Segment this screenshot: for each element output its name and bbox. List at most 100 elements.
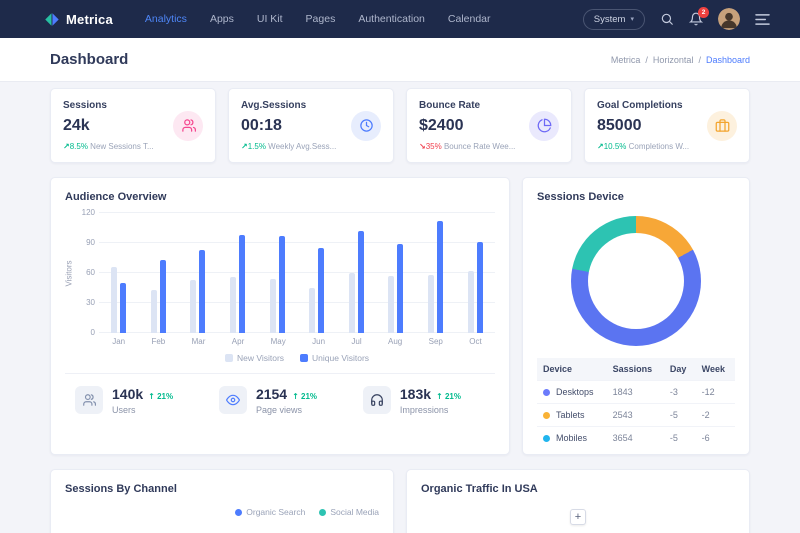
bar <box>239 235 245 333</box>
menu-toggle-icon[interactable] <box>755 13 770 26</box>
device-dot-icon <box>543 412 550 419</box>
stat-delta: 10.5% <box>604 142 627 151</box>
nav-item-pages[interactable]: Pages <box>306 13 336 25</box>
table-row: Tablets 2543 -5 -2 <box>537 404 735 427</box>
bar <box>120 283 126 333</box>
briefcase-icon <box>707 111 737 141</box>
device-dot-icon <box>543 389 550 396</box>
stat-delta: 1.5% <box>248 142 266 151</box>
device-week: -6 <box>696 427 735 450</box>
nav-item-apps[interactable]: Apps <box>210 13 234 25</box>
bar-group <box>468 242 483 333</box>
device-dot-icon <box>543 435 550 442</box>
bar-group <box>151 260 166 333</box>
legend-swatch-icon <box>225 354 233 362</box>
bar-group <box>428 221 443 333</box>
card-title: Organic Traffic In USA <box>421 483 735 495</box>
breadcrumb-item-horizontal[interactable]: Horizontal <box>653 55 694 65</box>
legend-swatch-icon <box>300 354 308 362</box>
chevron-down-icon: ▾ <box>630 15 634 23</box>
legend-item[interactable]: Unique Visitors <box>300 353 369 363</box>
stat-trend: ↗1.5% Weekly Avg.Sess... <box>241 142 381 151</box>
top-navbar: Metrica Analytics Apps UI Kit Pages Auth… <box>0 0 800 38</box>
bar-group <box>270 236 285 333</box>
stat-desc: Weekly Avg.Sess... <box>268 142 336 151</box>
bar-group <box>349 231 364 333</box>
bar <box>309 288 315 333</box>
device-name: Desktops <box>556 387 594 397</box>
stat-delta: 8.5% <box>70 142 88 151</box>
nav-item-ui-kit[interactable]: UI Kit <box>257 13 283 25</box>
bar <box>318 248 324 333</box>
legend-label: Organic Search <box>246 507 305 517</box>
bar <box>428 275 434 333</box>
audience-stat-value: 183k <box>400 386 431 402</box>
legend-item-social-media[interactable]: Social Media <box>319 507 379 517</box>
eye-icon <box>219 386 247 414</box>
y-axis-ticks: 0306090120 <box>77 213 97 333</box>
device-day: -3 <box>664 381 696 404</box>
legend-item-organic-search[interactable]: Organic Search <box>235 507 305 517</box>
bar-plot <box>99 213 495 333</box>
bar <box>437 221 443 333</box>
search-icon[interactable] <box>660 12 674 26</box>
card-title: Audience Overview <box>65 191 495 203</box>
system-dropdown[interactable]: System ▾ <box>583 9 645 30</box>
device-name: Mobiles <box>556 433 587 443</box>
user-avatar[interactable] <box>718 8 740 30</box>
audience-stat-label: Page views <box>256 405 317 415</box>
stat-title: Sessions <box>63 100 203 111</box>
system-dropdown-label: System <box>594 14 626 25</box>
stat-title: Goal Completions <box>597 100 737 111</box>
x-axis-labels: JanFebMarAprMayJunJulAugSepOct <box>99 337 495 346</box>
device-sessions: 1843 <box>607 381 664 404</box>
bar <box>388 276 394 333</box>
bar <box>230 277 236 333</box>
bar <box>468 271 474 333</box>
navbar-actions: System ▾ 2 <box>583 8 770 30</box>
breadcrumb-item-dashboard: Dashboard <box>706 55 750 65</box>
bar <box>397 244 403 333</box>
bar <box>199 250 205 333</box>
bar <box>151 290 157 333</box>
table-row: Mobiles 3654 -5 -6 <box>537 427 735 450</box>
nav-item-analytics[interactable]: Analytics <box>145 13 187 25</box>
stat-card-avg-sessions: Avg.Sessions 00:18 ↗1.5% Weekly Avg.Sess… <box>228 88 394 163</box>
audience-stat-label: Users <box>112 405 173 415</box>
headphones-icon <box>363 386 391 414</box>
audience-stat-page-views: 2154 ↑ 21% Page views <box>219 386 317 415</box>
device-name: Tablets <box>556 410 585 420</box>
table-row: Desktops 1843 -3 -12 <box>537 381 735 404</box>
map-zoom-in-button[interactable]: + <box>570 509 586 525</box>
nav-item-calendar[interactable]: Calendar <box>448 13 491 25</box>
users-icon <box>173 111 203 141</box>
y-axis-title: Visitors <box>65 248 74 300</box>
stat-trend: ↘35% Bounce Rate Wee... <box>419 142 559 151</box>
breadcrumb-item-metrica[interactable]: Metrica <box>611 55 641 65</box>
stat-desc: New Sessions T... <box>90 142 153 151</box>
stat-trend: ↗8.5% New Sessions T... <box>63 142 203 151</box>
legend-label: Social Media <box>330 507 379 517</box>
brand[interactable]: Metrica <box>44 12 113 27</box>
legend-item[interactable]: New Visitors <box>225 353 284 363</box>
bar <box>279 236 285 333</box>
notifications-bell-icon[interactable]: 2 <box>689 12 703 26</box>
clock-icon <box>351 111 381 141</box>
page-title: Dashboard <box>50 51 128 68</box>
nav-item-authentication[interactable]: Authentication <box>358 13 425 25</box>
bar <box>160 260 166 333</box>
bar-chart-legend: New Visitors Unique Visitors <box>99 353 495 363</box>
trend-down-icon: ↘ <box>419 142 426 151</box>
donut-chart <box>571 216 701 346</box>
bar <box>190 280 196 333</box>
audience-stat-label: Impressions <box>400 405 461 415</box>
main-content: Sessions 24k ↗8.5% New Sessions T... Avg… <box>50 88 750 533</box>
column-header: Day <box>664 358 696 381</box>
legend-dot-icon <box>319 509 326 516</box>
bar <box>111 267 117 333</box>
device-day: -5 <box>664 404 696 427</box>
bottom-row: Sessions By Channel Organic Search Socia… <box>50 469 750 533</box>
stat-desc: Completions W... <box>629 142 689 151</box>
bar <box>349 273 355 333</box>
organic-traffic-usa-card: Organic Traffic In USA + <box>406 469 750 533</box>
